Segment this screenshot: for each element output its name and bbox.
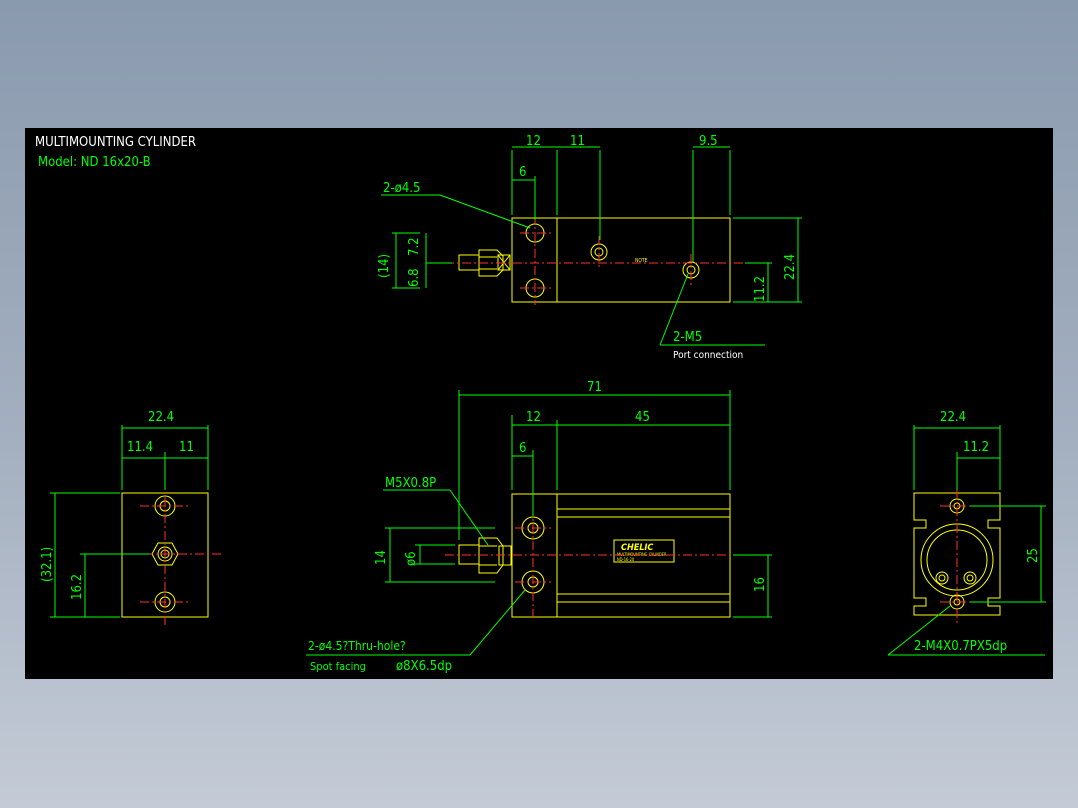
front-dim-71: 71 [587,380,602,395]
front-brand-sub2: ND-16-20 [617,557,635,562]
top-dim-7-2: 7.2 [407,237,422,256]
left-dim-22-4: 22.4 [148,410,174,425]
left-dim-16-2: 16.2 [70,574,85,600]
top-port-sub: Port connection [673,350,743,361]
top-hole-label: 2-ø4.5 [383,181,420,196]
top-dim-22-4: 22.4 [783,254,798,280]
model-label: Model: ND 16x20-B [38,155,151,170]
front-hole-note2-prefix: Spot facing [310,660,366,673]
left-dim-32-1: (32.1) [40,547,55,582]
cad-viewport[interactable]: MULTIMOUNTING CYLINDER Model: ND 16x20-B… [25,128,1053,679]
right-dim-22-4: 22.4 [940,410,966,425]
front-hole-note2-value: ø8X6.5dp [396,659,452,674]
technical-drawing: MULTIMOUNTING CYLINDER Model: ND 16x20-B… [35,134,1046,674]
top-dim-12: 12 [526,134,541,149]
top-dim-9-5: 9.5 [699,134,718,149]
left-view: 22.4 11.4 11 (32.1) 16.2 [40,410,222,625]
top-view: NOTE 12 11 9.5 6 2-ø4.5 (14) 7.2 6.8 22.… [377,134,802,361]
top-dim-11: 11 [570,134,585,149]
top-port-label: 2-M5 [673,330,702,345]
front-dim-16: 16 [753,577,768,592]
front-view: CHELIC MULTIMOUNTING CYLINDER ND-16-20 7… [306,380,772,674]
right-dim-11-2: 11.2 [963,440,989,455]
left-dim-11-4: 11.4 [127,440,153,455]
left-dim-11: 11 [179,440,194,455]
right-dim-25: 25 [1026,548,1041,563]
right-tap-label: 2-M4X0.7PX5dp [914,639,1007,654]
front-dim-45: 45 [635,410,650,425]
front-dim-12: 12 [526,410,541,425]
front-hole-note1: 2-ø4.5?Thru-hole? [308,639,406,653]
front-thread-label: M5X0.8P [385,476,436,491]
drawing-title: MULTIMOUNTING CYLINDER [35,135,196,150]
top-dim-6: 6 [519,165,526,180]
right-screw-left [935,571,949,585]
top-dim-11-2: 11.2 [753,276,768,302]
right-view: 22.4 11.2 25 2-M4X0.7PX5dp [887,410,1046,656]
front-dim-phi6: ø6 [404,551,419,566]
right-screw-right [963,571,977,585]
front-dim-14: 14 [374,550,389,565]
top-body-outline [511,217,731,303]
top-dim-14: (14) [377,254,392,278]
front-dim-6: 6 [519,441,526,456]
title-block: MULTIMOUNTING CYLINDER Model: ND 16x20-B [35,135,196,170]
top-dim-6-8: 6.8 [407,268,422,287]
